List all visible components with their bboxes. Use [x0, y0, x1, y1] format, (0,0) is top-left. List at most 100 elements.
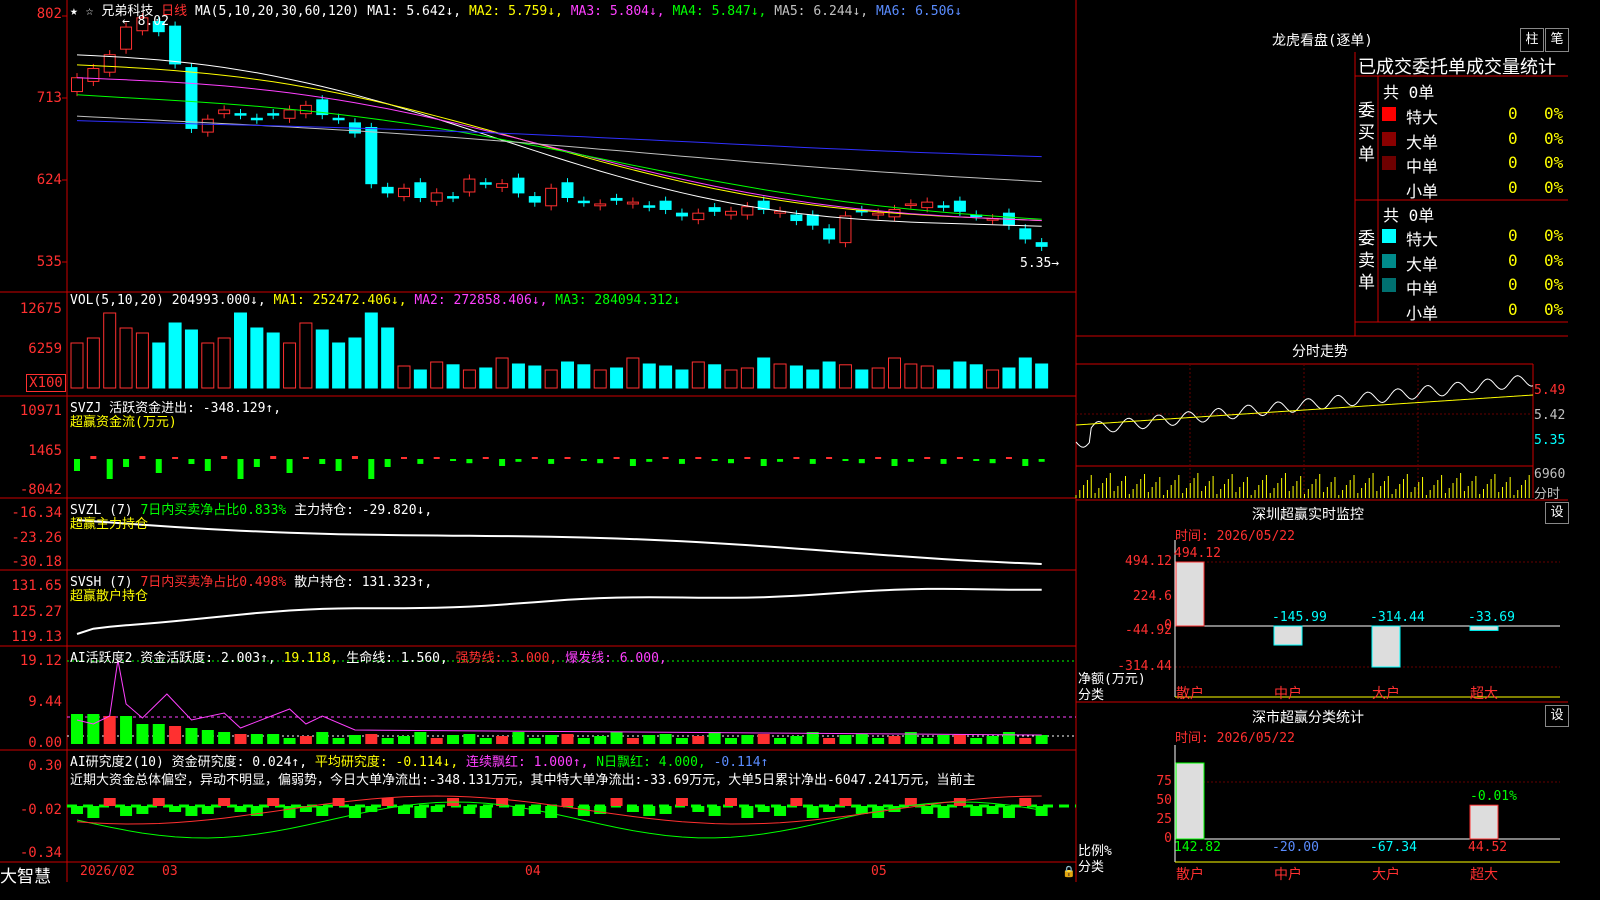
flow-bar	[335, 459, 342, 471]
monitor-bar	[1371, 625, 1401, 668]
order-percent: 0%	[1544, 153, 1564, 172]
candle-body	[365, 126, 378, 185]
dragon-title: 龙虎看盘(逐单)	[1272, 33, 1373, 49]
candle-body	[675, 212, 688, 217]
classify-value-label: 44.52	[1468, 840, 1508, 855]
candle-body	[790, 214, 803, 222]
volume-bar	[920, 365, 934, 389]
research-bar	[986, 806, 999, 814]
order-size-label: 大单	[1406, 254, 1439, 274]
research-bar	[283, 806, 296, 818]
flow-bar	[1038, 459, 1045, 462]
intraday-vol-unit: 分时	[1534, 487, 1561, 502]
ma3-value: MA3: 5.804↓,	[570, 4, 665, 19]
volume-bar	[642, 363, 656, 389]
volume-bar	[152, 342, 166, 389]
favorite-icon[interactable]: ☆	[86, 4, 94, 19]
flow-bar	[90, 456, 97, 459]
svzj-axis-label: -8042	[19, 482, 62, 498]
candle-body	[463, 178, 476, 193]
activity-bar	[71, 714, 83, 744]
order-count: 0	[1508, 275, 1518, 294]
star-icon[interactable]: ★	[70, 4, 78, 19]
order-size-label: 特大	[1406, 108, 1439, 127]
monitor-settings-button[interactable]: 设	[1545, 502, 1569, 524]
activity-bar	[855, 734, 868, 744]
volume-bar	[446, 364, 460, 389]
flow-bar	[662, 457, 669, 459]
activity-bar	[87, 714, 100, 744]
flow-bar	[793, 457, 800, 459]
volume-bar	[773, 363, 787, 389]
activity-bar	[725, 738, 737, 744]
flow-bar	[597, 459, 604, 464]
candle-body	[218, 109, 231, 115]
order-percent: 0%	[1544, 275, 1564, 294]
activity-bar	[953, 734, 966, 744]
candle-body	[1035, 242, 1048, 247]
flow-bar	[74, 459, 80, 471]
vol-ma2: MA2: 272858.406↓,	[414, 293, 548, 308]
research-axis-label: -0.02	[19, 802, 62, 818]
tick-view-button[interactable]: 笔	[1545, 28, 1569, 52]
classify-bar	[1469, 804, 1499, 840]
research-bar	[381, 798, 394, 806]
candle-body	[512, 177, 525, 194]
activity-bar	[1019, 738, 1032, 744]
activity-bar	[790, 736, 803, 744]
classify-settings-button[interactable]: 设	[1545, 705, 1569, 727]
activity-bar	[986, 736, 999, 744]
monitor-bar	[1273, 625, 1303, 646]
volume-bar	[184, 329, 198, 389]
svzj-axis-label: 1465	[28, 443, 62, 459]
classify-axis-label: 75	[1156, 774, 1172, 789]
classify-value-label: -67.34	[1370, 840, 1417, 855]
ai-header: AI活跃度2 资金活跃度: 2.003↑, 19.118, 生命线: 1.560…	[70, 647, 667, 666]
volume-bar	[691, 361, 705, 389]
candle-body	[87, 68, 100, 82]
lock-icon[interactable]: 🔒	[1062, 865, 1076, 878]
research-bar	[921, 806, 934, 814]
classify-value-label: -20.00	[1272, 840, 1319, 855]
activity-bar	[1002, 732, 1015, 744]
flow-bar	[204, 459, 211, 471]
flow-bar	[613, 457, 620, 459]
intraday-axis-label: 5.35	[1534, 433, 1566, 448]
monitor-value-label: -33.69	[1468, 610, 1515, 625]
flow-bar	[253, 459, 260, 467]
ma5-value: MA5: 6.244↓,	[774, 4, 869, 19]
flow-bar	[777, 459, 784, 462]
ai-axis-label: 19.12	[19, 653, 62, 669]
research-bar	[561, 798, 574, 806]
research-bar	[610, 798, 623, 806]
flow-bar	[401, 457, 407, 459]
volume-bar	[838, 364, 852, 389]
flow-bar	[711, 459, 718, 461]
research-bar	[741, 806, 754, 818]
svzl-position: 主力持仓: -29.820↓,	[294, 503, 433, 518]
candle-body	[545, 187, 558, 207]
dragon-tabs[interactable]: 已成交委托单成交量统计	[1358, 53, 1556, 79]
order-percent: 0%	[1544, 250, 1564, 270]
research-bar	[218, 798, 231, 806]
activity-bar	[888, 736, 901, 744]
flow-bar	[237, 459, 244, 479]
candle-body	[659, 200, 672, 210]
flow-bar	[826, 457, 833, 459]
candle-body	[528, 196, 541, 203]
candle-body	[839, 215, 852, 244]
research-bar	[185, 806, 198, 816]
bar-view-button[interactable]: 柱	[1520, 28, 1544, 52]
volume-bar	[969, 364, 983, 389]
activity-bar	[316, 732, 329, 744]
candle-body	[725, 210, 737, 216]
volume-bar	[217, 337, 231, 389]
candle-body	[610, 197, 623, 201]
activity-bar	[872, 738, 885, 744]
classify-bar	[1175, 762, 1205, 840]
research-bar	[348, 806, 361, 818]
volume-bar	[855, 369, 869, 389]
flow-bar	[891, 459, 898, 466]
volume-bar	[904, 363, 918, 389]
flow-bar	[531, 457, 538, 459]
